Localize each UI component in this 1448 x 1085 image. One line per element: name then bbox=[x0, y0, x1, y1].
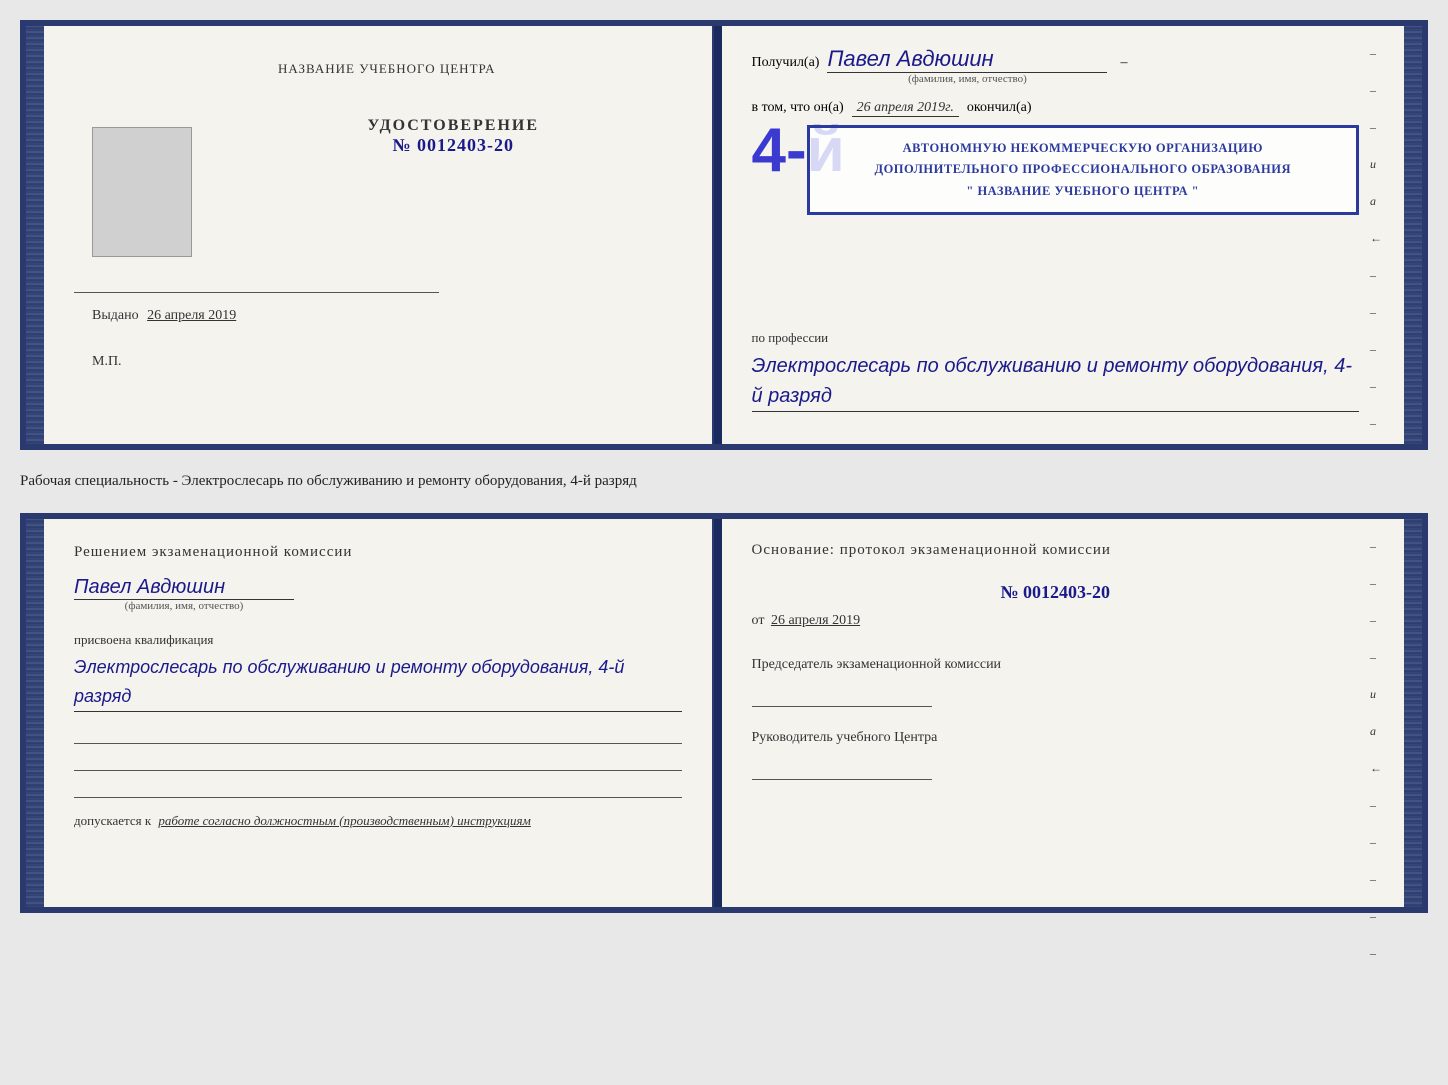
decision-title: Решением экзаменационной комиссии bbox=[74, 544, 682, 561]
stamp-line3: " НАЗВАНИЕ УЧЕБНОГО ЦЕНТРА " bbox=[822, 181, 1345, 202]
received-block: Получил(а) Павел Авдюшин (фамилия, имя, … bbox=[752, 46, 1360, 85]
mp-label: М.П. bbox=[74, 354, 682, 370]
line-2 bbox=[74, 749, 682, 771]
in-that-block: в том, что он(а) 26 апреля 2019г. окончи… bbox=[752, 100, 1360, 117]
top-left-page: НАЗВАНИЕ УЧЕБНОГО ЦЕНТРА УДОСТОВЕРЕНИЕ №… bbox=[44, 26, 714, 444]
head-signature-line bbox=[752, 758, 932, 780]
between-label: Рабочая специальность - Электрослесарь п… bbox=[20, 468, 1428, 495]
center-spine-bottom bbox=[714, 519, 722, 907]
top-right-page: Получил(а) Павел Авдюшин (фамилия, имя, … bbox=[722, 26, 1405, 444]
person-name-bottom: Павел Авдюшин bbox=[74, 576, 294, 600]
name-hint-bottom: (фамилия, имя, отчество) bbox=[74, 600, 294, 612]
allowed-prefix: допускается к bbox=[74, 813, 151, 828]
from-date: 26 апреля 2019 bbox=[771, 613, 860, 628]
assigned-label: присвоена квалификация bbox=[74, 632, 682, 648]
signature-lines-block bbox=[74, 722, 682, 798]
line-3 bbox=[74, 776, 682, 798]
page-wrapper: НАЗВАНИЕ УЧЕБНОГО ЦЕНТРА УДОСТОВЕРЕНИЕ №… bbox=[20, 20, 1428, 913]
right-spine-bottom bbox=[1404, 519, 1422, 907]
right-edge-marks-top: – – – и а ← – – – – – bbox=[1370, 46, 1382, 431]
protocol-number: № 0012403-20 bbox=[752, 582, 1360, 603]
finished-label: окончил(а) bbox=[967, 100, 1032, 116]
date-value: 26 апреля 2019г. bbox=[852, 100, 959, 117]
allowed-value: работе согласно должностным (производств… bbox=[158, 813, 530, 828]
head-label: Руководитель учебного Центра bbox=[752, 727, 1360, 748]
right-edge-marks-bottom: – – – – и а ← – – – – – bbox=[1370, 539, 1382, 961]
stamp-line1: АВТОНОМНУЮ НЕКОММЕРЧЕСКУЮ ОРГАНИЗАЦИЮ bbox=[822, 138, 1345, 159]
chairman-signature-line bbox=[752, 685, 932, 707]
bottom-right-page: Основание: протокол экзаменационной коми… bbox=[722, 519, 1405, 907]
line-1 bbox=[74, 722, 682, 744]
training-center-title: НАЗВАНИЕ УЧЕБНОГО ЦЕНТРА bbox=[74, 61, 682, 77]
bottom-left-page: Решением экзаменационной комиссии Павел … bbox=[44, 519, 714, 907]
profession-label: по профессии bbox=[752, 330, 1360, 346]
top-document: НАЗВАНИЕ УЧЕБНОГО ЦЕНТРА УДОСТОВЕРЕНИЕ №… bbox=[20, 20, 1428, 450]
received-name: Павел Авдюшин bbox=[827, 46, 1107, 73]
in-that-prefix: в том, что он(а) bbox=[752, 100, 844, 116]
from-prefix: от bbox=[752, 613, 765, 628]
bottom-document: Решением экзаменационной комиссии Павел … bbox=[20, 513, 1428, 913]
chairman-label: Председатель экзаменационной комиссии bbox=[752, 654, 1360, 675]
issued-label: Выдано bbox=[92, 308, 139, 323]
cert-label: УДОСТОВЕРЕНИЕ bbox=[225, 117, 682, 135]
basis-label: Основание: протокол экзаменационной коми… bbox=[752, 539, 1360, 562]
name-hint-top: (фамилия, имя, отчество) bbox=[827, 73, 1107, 85]
qualification-value: Электрослесарь по обслуживанию и ремонту… bbox=[74, 653, 682, 712]
left-spine bbox=[26, 26, 44, 444]
photo-placeholder bbox=[92, 127, 192, 257]
stamp-block: АВТОНОМНУЮ НЕКОММЕРЧЕСКУЮ ОРГАНИЗАЦИЮ ДО… bbox=[807, 125, 1360, 215]
stamp-line2: ДОПОЛНИТЕЛЬНОГО ПРОФЕССИОНАЛЬНОГО ОБРАЗО… bbox=[822, 159, 1345, 180]
protocol-block: № 0012403-20 bbox=[752, 582, 1360, 603]
issued-date: 26 апреля 2019 bbox=[147, 308, 236, 323]
from-date-block: от 26 апреля 2019 bbox=[752, 613, 1360, 629]
cert-number: № 0012403-20 bbox=[225, 135, 682, 156]
right-spine-top bbox=[1404, 26, 1422, 444]
profession-block: по профессии Электрослесарь по обслужива… bbox=[752, 330, 1360, 412]
stamp-area: 4-й АВТОНОМНУЮ НЕКОММЕРЧЕСКУЮ ОРГАНИЗАЦИ… bbox=[752, 125, 1360, 225]
profession-value: Электрослесарь по обслуживанию и ремонту… bbox=[752, 351, 1360, 412]
left-spine-bottom bbox=[26, 519, 44, 907]
center-spine bbox=[714, 26, 722, 444]
received-prefix: Получил(а) bbox=[752, 55, 820, 71]
allowed-block: допускается к работе согласно должностны… bbox=[74, 813, 682, 829]
